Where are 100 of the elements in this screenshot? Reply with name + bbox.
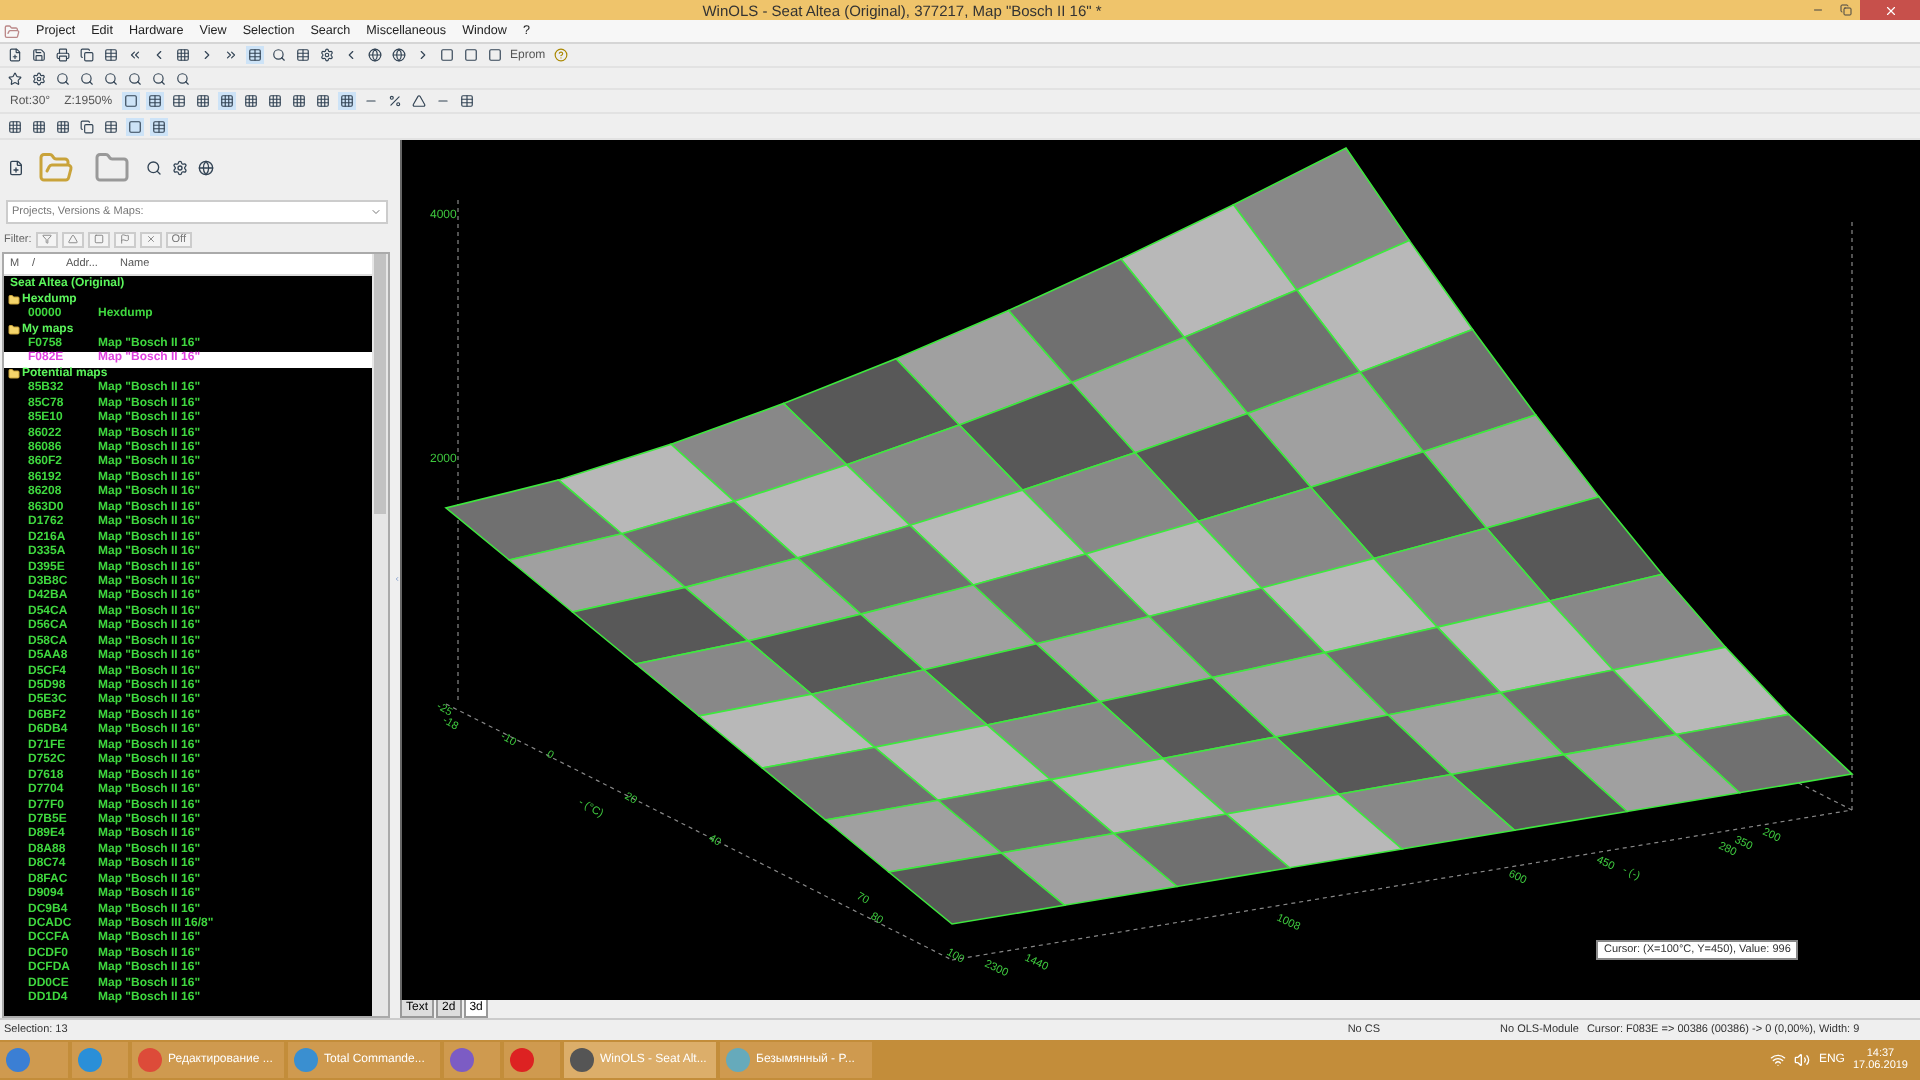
table-icon [152, 119, 166, 133]
square-icon [488, 48, 502, 62]
table-button[interactable] [246, 46, 264, 64]
search-icon [128, 71, 142, 85]
network-icon[interactable] [1770, 1052, 1787, 1068]
open-folder-icon [38, 150, 74, 186]
search-icon [145, 160, 161, 176]
table-button[interactable] [170, 92, 189, 110]
globe-button[interactable] [196, 159, 214, 177]
table-icon [148, 94, 163, 108]
grid-button[interactable] [266, 92, 285, 110]
square-button[interactable] [462, 46, 480, 64]
help-icon [553, 48, 568, 62]
globe-icon [197, 160, 213, 176]
filter-icon [41, 234, 52, 244]
search-icon [80, 71, 94, 85]
grid-button[interactable] [290, 92, 309, 110]
grid-button[interactable] [338, 92, 357, 110]
grid-button[interactable] [174, 46, 192, 64]
new-file-button[interactable] [6, 46, 24, 64]
app-icon [4, 23, 20, 39]
new-file-button[interactable] [6, 159, 24, 177]
flag-icon [119, 234, 130, 244]
table-button[interactable] [102, 117, 120, 135]
search-icon [104, 71, 118, 85]
app-icon [570, 1048, 594, 1072]
restore-icon [1840, 4, 1852, 16]
grid-button[interactable] [314, 92, 333, 110]
search-button[interactable] [150, 69, 168, 87]
search-icon [152, 71, 166, 85]
search-button[interactable] [270, 46, 288, 64]
grid-icon [340, 94, 355, 108]
table-button[interactable] [458, 92, 477, 110]
square-icon [128, 119, 142, 133]
search-button[interactable] [174, 69, 192, 87]
gear-button[interactable] [170, 159, 188, 177]
table-button[interactable] [294, 46, 312, 64]
printer-button[interactable] [54, 46, 72, 64]
double-right-arrow-icon [224, 48, 238, 62]
percent-button[interactable] [386, 92, 405, 110]
search-button[interactable] [126, 69, 144, 87]
table-button[interactable] [150, 117, 168, 135]
printer-icon [56, 48, 70, 62]
square-button[interactable] [486, 46, 504, 64]
gear-icon [320, 48, 334, 62]
copy-icon [80, 48, 94, 62]
triangle-icon [67, 234, 78, 244]
close-filter-button[interactable] [139, 231, 162, 247]
volume-icon[interactable] [1794, 1052, 1811, 1068]
folder-icon [8, 368, 20, 381]
save-button[interactable] [30, 46, 48, 64]
app-icon [510, 1048, 534, 1072]
minimize-icon [1812, 4, 1824, 16]
search-button[interactable] [102, 69, 120, 87]
copy-button[interactable] [78, 117, 96, 135]
table-button[interactable] [102, 46, 120, 64]
globe-button[interactable] [390, 46, 408, 64]
app-icon [78, 1048, 102, 1072]
table-icon [248, 48, 262, 62]
close-icon [1883, 3, 1897, 17]
triangle-button[interactable] [410, 92, 429, 110]
grid-icon [316, 94, 331, 108]
star-icon [8, 71, 22, 85]
scrollbar[interactable] [372, 254, 388, 1016]
star-button[interactable] [6, 69, 24, 87]
table-icon [172, 94, 187, 108]
copy-button[interactable] [78, 46, 96, 64]
grid-button[interactable] [218, 92, 237, 110]
double-right-arrow-button[interactable] [222, 46, 240, 64]
search-icon [272, 48, 286, 62]
table-icon [104, 119, 118, 133]
square-button[interactable] [438, 46, 456, 64]
app-icon [294, 1048, 318, 1072]
table-icon [460, 94, 475, 108]
new-file-icon [8, 48, 22, 62]
double-left-arrow-icon [128, 48, 142, 62]
gear-button[interactable] [30, 69, 48, 87]
help-button[interactable] [551, 46, 570, 64]
gear-icon [171, 160, 187, 176]
triangle-icon [412, 94, 427, 108]
app-icon [726, 1048, 750, 1072]
square-icon [464, 48, 478, 62]
grid-icon [220, 94, 235, 108]
minus-icon [364, 94, 379, 108]
search-button[interactable] [54, 69, 72, 87]
grid-icon [176, 48, 190, 62]
square-icon [93, 234, 104, 244]
search-button[interactable] [78, 69, 96, 87]
grid-button[interactable] [194, 92, 213, 110]
folder-icon [94, 150, 130, 186]
table-icon [296, 48, 310, 62]
grid-icon [244, 94, 259, 108]
start-button[interactable] [0, 1042, 68, 1078]
search-button[interactable] [144, 159, 162, 177]
globe-button[interactable] [366, 46, 384, 64]
double-left-arrow-button[interactable] [126, 46, 144, 64]
gear-button[interactable] [318, 46, 336, 64]
table-button[interactable] [146, 92, 165, 110]
app-icon [450, 1048, 474, 1072]
grid-button[interactable] [242, 92, 261, 110]
